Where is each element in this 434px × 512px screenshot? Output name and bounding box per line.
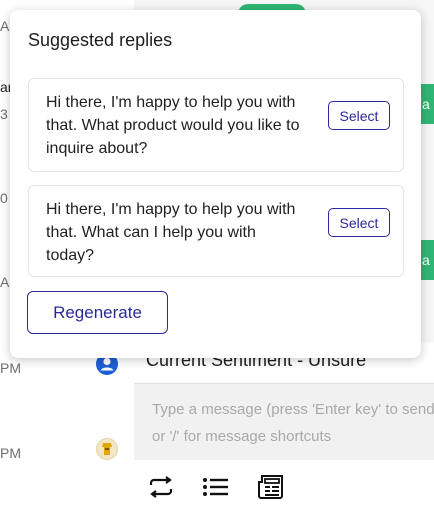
timestamp-fragment-4: A [0, 274, 10, 290]
chat-bubble-fragment-2: a [422, 252, 430, 268]
popup-title: Suggested replies [28, 30, 173, 50]
reply-text: Hi there, I'm happy to help you with tha… [46, 201, 296, 264]
timestamp-fragment-6: PM [0, 445, 21, 461]
select-reply-button[interactable]: Select [328, 101, 390, 130]
reply-card: Hi there, I'm happy to help you with tha… [28, 78, 404, 172]
suggested-replies-popup: Suggested replies Hi there, I'm happy to… [10, 10, 421, 358]
agent-avatar-icon[interactable] [96, 438, 118, 460]
regenerate-button[interactable]: Regenerate [27, 291, 168, 334]
repeat-icon[interactable] [146, 472, 176, 502]
timestamp-fragment-5: PM [0, 360, 21, 376]
timestamp-fragment-1: A [0, 18, 10, 34]
reply-card: Hi there, I'm happy to help you with tha… [28, 185, 404, 277]
newspaper-icon[interactable] [256, 472, 286, 502]
select-reply-button[interactable]: Select [328, 208, 390, 237]
message-input-placeholder[interactable]: Type a message (press 'Enter key' to sen… [152, 396, 434, 450]
chat-bubble-fragment-1: a [422, 96, 430, 112]
reply-text: Hi there, I'm happy to help you with tha… [46, 94, 300, 157]
list-icon[interactable] [200, 472, 230, 502]
